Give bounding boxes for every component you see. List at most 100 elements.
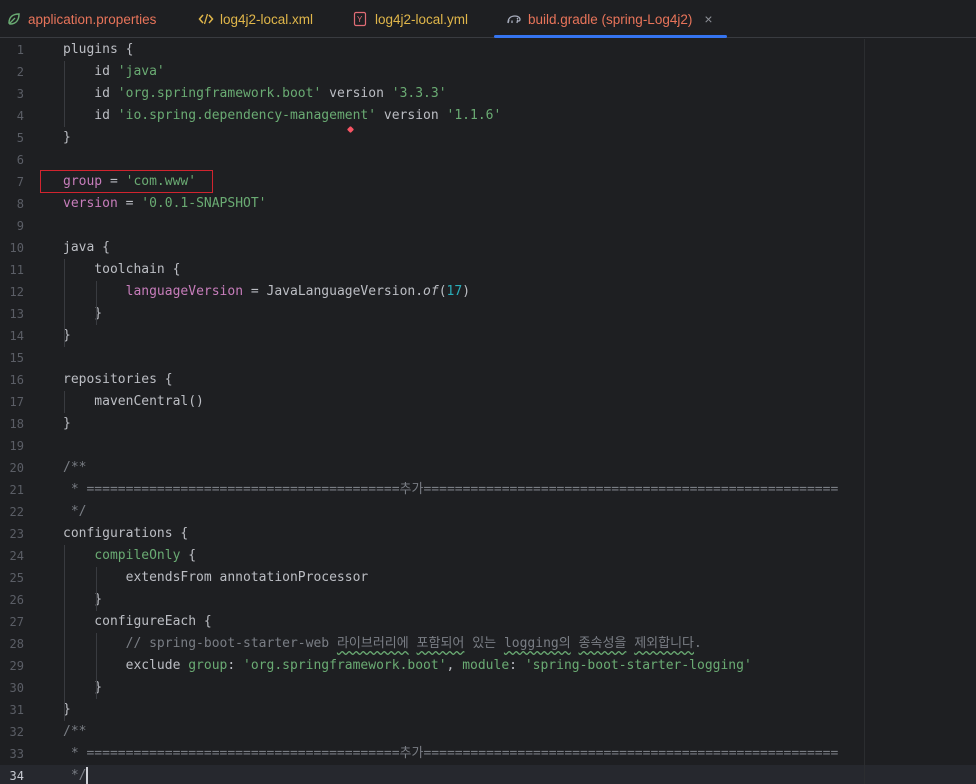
code-token: '3.3.3'	[391, 86, 447, 101]
code-line[interactable]: 10 java {	[0, 237, 976, 259]
code-line[interactable]: 20 /**	[0, 457, 976, 479]
code-token: module	[462, 658, 510, 673]
code-line[interactable]: 2 id 'java'	[0, 61, 976, 83]
line-number: 4	[16, 109, 24, 123]
code-line[interactable]: 4 id 'io.spring.dependency-management' v…	[0, 105, 976, 127]
line-number: 25	[9, 571, 24, 585]
code-line[interactable]: 26 }	[0, 589, 976, 611]
code-line[interactable]: 33 * ===================================…	[0, 743, 976, 765]
line-number: 10	[9, 241, 24, 255]
code-line[interactable]: 13 }	[0, 303, 976, 325]
code-line[interactable]: 18}	[0, 413, 976, 435]
code-text: * ======================================…	[63, 479, 838, 501]
code-line[interactable]: 16 repositories {	[0, 369, 976, 391]
line-number: 29	[9, 659, 24, 673]
tab-application-properties[interactable]: application.properties	[6, 0, 156, 38]
code-text: /**	[63, 721, 86, 743]
indent-guide	[64, 61, 65, 127]
code-line[interactable]: 29 exclude group: 'org.springframework.b…	[0, 655, 976, 677]
code-token: of	[423, 284, 439, 299]
line-number: 31	[9, 703, 24, 717]
code-line[interactable]: 28 // spring-boot-starter-web 라이브러리에 포함되…	[0, 633, 976, 655]
line-number: 12	[9, 285, 24, 299]
tab-log4j2-local-xml[interactable]: log4j2-local.xml	[198, 0, 313, 38]
line-number: 33	[9, 747, 24, 761]
code-token: // spring-boot-starter-web	[63, 636, 337, 651]
code-line[interactable]: 31}	[0, 699, 976, 721]
line-number: 20	[9, 461, 24, 475]
code-token: 'org.springframework.boot'	[117, 86, 322, 101]
indent-guide	[96, 567, 97, 611]
code-line[interactable]: 23 configurations {	[0, 523, 976, 545]
code-token: logging의	[503, 636, 571, 651]
code-token: }	[63, 416, 71, 431]
code-line[interactable]: 30 }	[0, 677, 976, 699]
code-line[interactable]: 1 plugins {	[0, 39, 976, 61]
code-line[interactable]: 27 configureEach {	[0, 611, 976, 633]
code-token: 있는	[464, 636, 504, 651]
code-line[interactable]: 34 */	[0, 765, 976, 784]
code-line[interactable]: 21 * ===================================…	[0, 479, 976, 501]
code-token: :	[227, 658, 244, 673]
text-caret	[86, 766, 89, 784]
code-editor[interactable]: 1 plugins {2 id 'java' 3 id 'org.springfra…	[0, 39, 976, 784]
code-text: /**	[63, 457, 86, 479]
code-line[interactable]: 3 id 'org.springframework.boot' version …	[0, 83, 976, 105]
code-line[interactable]: 14}	[0, 325, 976, 347]
code-line[interactable]: 8 version = '0.0.1-SNAPSHOT'	[0, 193, 976, 215]
code-text: * ======================================…	[63, 743, 838, 765]
line-number: 7	[16, 175, 24, 189]
code-token: = JavaLanguageVersion.	[243, 284, 424, 299]
line-number: 2	[16, 65, 24, 79]
code-line[interactable]: 17 mavenCentral()	[0, 391, 976, 413]
code-token: repositories {	[63, 372, 173, 387]
code-line[interactable]: 15	[0, 347, 976, 369]
code-line[interactable]: 6	[0, 149, 976, 171]
indent-guide	[64, 391, 65, 413]
code-line[interactable]: 24 compileOnly {	[0, 545, 976, 567]
code-line[interactable]: 32 /**	[0, 721, 976, 743]
code-token: 'java'	[117, 64, 165, 79]
code-token: * ======================================…	[63, 746, 839, 761]
code-token: '0.0.1-SNAPSHOT'	[141, 196, 267, 211]
code-token: version	[321, 86, 392, 101]
line-number: 9	[16, 219, 24, 233]
line-number: 27	[9, 615, 24, 629]
code-token: /**	[63, 460, 87, 475]
tab-build-gradle[interactable]: build.gradle (spring-Log4j2) ×	[494, 0, 727, 38]
code-text: }	[63, 413, 71, 435]
indent-guide	[64, 259, 65, 347]
code-token: extendsFrom annotationProcessor	[63, 570, 369, 585]
code-line[interactable]: 19	[0, 435, 976, 457]
code-text: */	[63, 765, 89, 784]
close-icon[interactable]: ×	[704, 11, 712, 27]
code-line[interactable]: 9	[0, 215, 976, 237]
code-line[interactable]: 22 */	[0, 501, 976, 523]
xml-code-icon	[198, 11, 214, 27]
code-token: compileOnly	[94, 548, 181, 563]
code-token: {	[180, 548, 197, 563]
svg-text:Y: Y	[357, 15, 363, 24]
line-number: 22	[9, 505, 24, 519]
code-token: id	[63, 64, 118, 79]
line-number: 21	[9, 483, 24, 497]
line-number: 18	[9, 417, 24, 431]
line-number: 1	[16, 43, 24, 57]
line-number: 11	[9, 263, 24, 277]
code-line[interactable]: 11 toolchain {	[0, 259, 976, 281]
code-text: java {	[63, 237, 110, 259]
code-token: version	[376, 108, 447, 123]
line-number: 24	[9, 549, 24, 563]
code-line[interactable]: 5}	[0, 127, 976, 149]
line-number: 30	[9, 681, 24, 695]
code-text: id 'java'	[63, 61, 165, 83]
code-line[interactable]: 25 extendsFrom annotationProcessor	[0, 567, 976, 589]
line-number: 34	[9, 769, 24, 783]
tab-log4j2-local-yml[interactable]: Y log4j2-local.yml	[353, 0, 468, 38]
code-line[interactable]: 12 languageVersion = JavaLanguageVersion…	[0, 281, 976, 303]
editor-tab-bar: application.properties log4j2-local.xml …	[0, 0, 976, 38]
code-token: version	[63, 196, 118, 211]
